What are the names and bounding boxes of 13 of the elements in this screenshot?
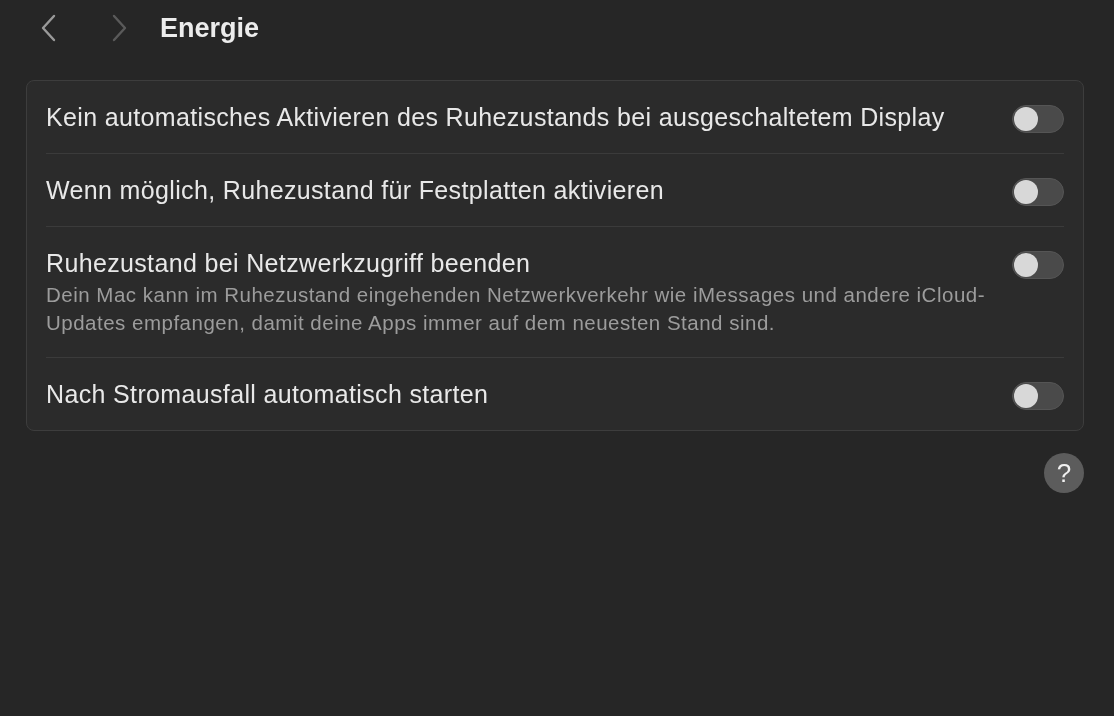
setting-label: Ruhezustand bei Netzwerkzugriff beenden <box>46 248 532 279</box>
window-title: Energie <box>160 12 260 44</box>
help-button[interactable]: ? <box>1044 453 1084 493</box>
setting-label: Nach Stromausfall automatisch starten <box>46 379 490 410</box>
setting-label: Wenn möglich, Ruhezustand für Festplatten aktivieren <box>46 175 666 206</box>
setting-description: Dein Mac kann im Ruhezustand eingehenden Netzwerkverkehr wie iMessages und andere iCloud-Updates empfangen, damit deine Apps immer auf dem neuesten Stand sind. <box>46 282 986 336</box>
toggle-switch[interactable] <box>1012 105 1064 133</box>
chevron-left-icon <box>40 14 56 42</box>
chevron-right-icon <box>112 14 128 42</box>
toggle-switch[interactable] <box>1012 382 1064 410</box>
toggle-switch[interactable] <box>1012 251 1064 279</box>
setting-label: Kein automatisches Aktivieren des Ruhezustands bei ausgeschaltetem Display <box>46 102 946 133</box>
toggle-switch[interactable] <box>1012 178 1064 206</box>
